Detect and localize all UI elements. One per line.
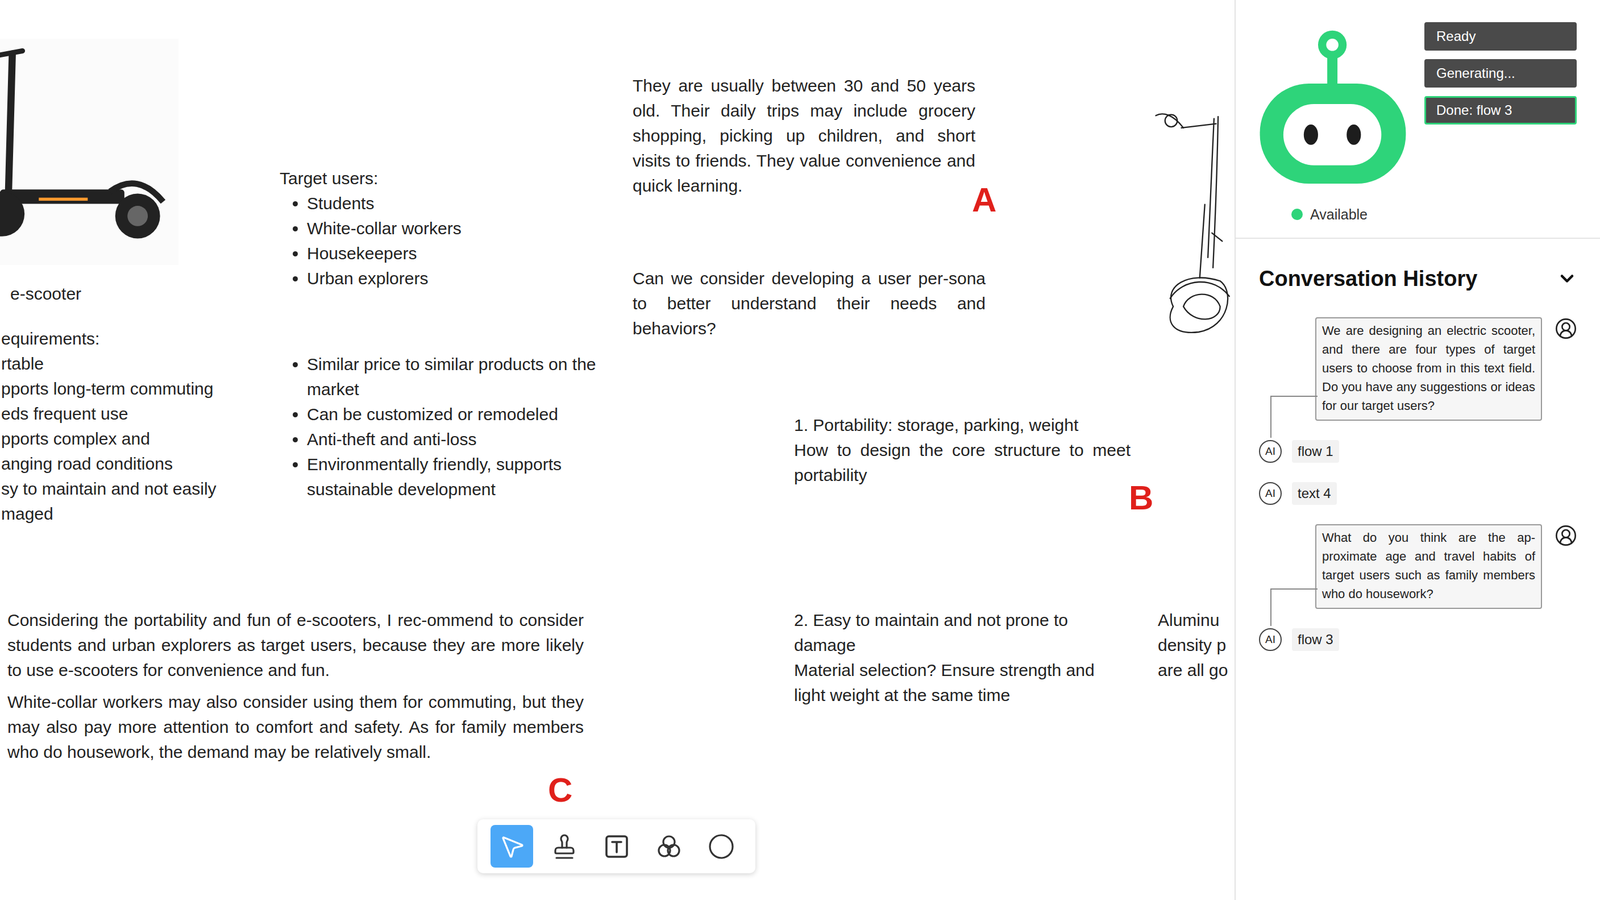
scooter-photo[interactable] xyxy=(0,38,179,265)
user-message: What do you think are the ap-proximate a… xyxy=(1235,524,1600,609)
material-line: density p xyxy=(1157,632,1228,658)
target-users-list: StudentsWhite-collar workersHousekeepers… xyxy=(279,190,598,292)
ai-message: AI flow 3 xyxy=(1235,628,1600,651)
history-header: Conversation History xyxy=(1235,238,1600,292)
agent-section: Available Ready Generating... Done: flow 3 xyxy=(1235,0,1600,239)
ai-badge: AI xyxy=(1258,439,1282,463)
requirements-line: rtable xyxy=(1,351,269,377)
user-profile-note[interactable]: They are usually between 30 and 50 years… xyxy=(632,73,976,199)
feature-item: Can be customized or remodeled xyxy=(306,401,598,427)
shapes-tool[interactable] xyxy=(647,824,691,868)
persona-note[interactable]: Can we consider developing a user per-so… xyxy=(632,266,986,342)
requirements-note[interactable]: equirements:rtablepports long-term commu… xyxy=(1,326,269,527)
requirements-line: anging road conditions xyxy=(1,451,269,477)
text-tool[interactable] xyxy=(595,824,638,868)
message-list: We are designing an electric scooter, an… xyxy=(1235,291,1600,651)
status-dot xyxy=(1291,208,1303,220)
stamp-icon xyxy=(550,832,579,860)
message-bubble: What do you think are the ap-proximate a… xyxy=(1315,524,1543,609)
whiteboard-canvas[interactable]: e-scooter equirements:rtablepports long-t… xyxy=(0,0,1235,900)
stamp-tool[interactable] xyxy=(542,824,586,868)
ai-result-chip[interactable]: flow 1 xyxy=(1291,439,1340,463)
annotation-marker: A xyxy=(971,180,997,220)
user-avatar-icon xyxy=(1554,524,1578,547)
pointer-icon xyxy=(498,832,526,860)
message-bubble: We are designing an electric scooter, an… xyxy=(1315,317,1543,421)
feature-item: Environmentally friendly, supports susta… xyxy=(306,451,598,502)
target-user-item: Urban explorers xyxy=(306,266,598,292)
requirements-line: pports long-term commuting xyxy=(1,376,269,402)
user-avatar-icon xyxy=(1554,317,1578,340)
maintenance-note[interactable]: 2. Easy to maintain and not prone to dam… xyxy=(794,607,1113,708)
photo-caption[interactable]: e-scooter xyxy=(10,281,82,307)
status-button[interactable]: Ready xyxy=(1424,22,1577,51)
tool-bar xyxy=(477,819,756,874)
assistant-panel: Available Ready Generating... Done: flow 3 C… xyxy=(1234,0,1600,900)
requirements-line: maged xyxy=(1,501,269,527)
requirements-line: sy to maintain and not easily xyxy=(1,476,269,502)
target-user-item: Housekeepers xyxy=(306,240,598,267)
shapes-icon xyxy=(655,832,683,860)
ai-message: AI text 4 xyxy=(1235,481,1600,505)
circle-icon xyxy=(707,832,735,860)
target-users-note[interactable]: Target users:StudentsWhite-collar worker… xyxy=(279,165,598,292)
user-message: We are designing an electric scooter, an… xyxy=(1235,317,1600,421)
circle-tool[interactable] xyxy=(699,824,743,868)
select-tool[interactable] xyxy=(490,824,534,868)
annotation-marker: B xyxy=(1128,478,1154,518)
requirements-line: equirements: xyxy=(1,326,269,352)
portability-note[interactable]: 1. Portability: storage, parking, weight… xyxy=(794,412,1131,488)
collapse-button[interactable] xyxy=(1556,268,1578,289)
material-note[interactable]: Aluminudensity pare all go xyxy=(1157,607,1228,683)
ai-message: AI flow 1 xyxy=(1235,439,1600,463)
text-tool-icon xyxy=(603,832,631,860)
feature-item: Anti-theft and anti-loss xyxy=(306,426,598,452)
robot-logo-icon xyxy=(1257,22,1408,186)
chevron-down-icon xyxy=(1556,268,1578,289)
target-user-item: White-collar workers xyxy=(306,215,598,241)
app: e-scooter equirements:rtablepports long-t… xyxy=(0,0,1600,900)
ai-result-chip[interactable]: flow 3 xyxy=(1291,628,1340,651)
ai-result-chip[interactable]: text 4 xyxy=(1291,481,1337,505)
material-line: are all go xyxy=(1157,657,1228,683)
recommendation-note[interactable]: Considering the portability and fun of e… xyxy=(7,607,584,765)
history-title: Conversation History xyxy=(1258,266,1478,292)
sketch-icon xyxy=(1152,102,1235,338)
availability-status: Available xyxy=(1257,205,1408,224)
annotation-marker: C xyxy=(547,770,573,810)
ai-badge: AI xyxy=(1258,481,1282,505)
status-list: Ready Generating... Done: flow 3 xyxy=(1424,22,1577,238)
ai-badge: AI xyxy=(1258,628,1282,651)
target-user-item: Students xyxy=(306,190,598,216)
material-line: Aluminu xyxy=(1157,607,1228,633)
feature-item: Similar price to similar products on the… xyxy=(306,351,598,402)
status-button[interactable]: Generating... xyxy=(1424,59,1577,88)
features-list: Similar price to similar products on the… xyxy=(279,351,598,502)
scooter-icon xyxy=(0,38,179,265)
target-users-title: Target users: xyxy=(279,165,598,191)
scooter-sketch[interactable] xyxy=(1152,102,1235,338)
requirements-line: eds frequent use xyxy=(1,401,269,427)
status-button[interactable]: Done: flow 3 xyxy=(1424,96,1577,125)
features-note[interactable]: Similar price to similar products on the… xyxy=(279,351,598,502)
requirements-line: pports complex and xyxy=(1,426,269,452)
